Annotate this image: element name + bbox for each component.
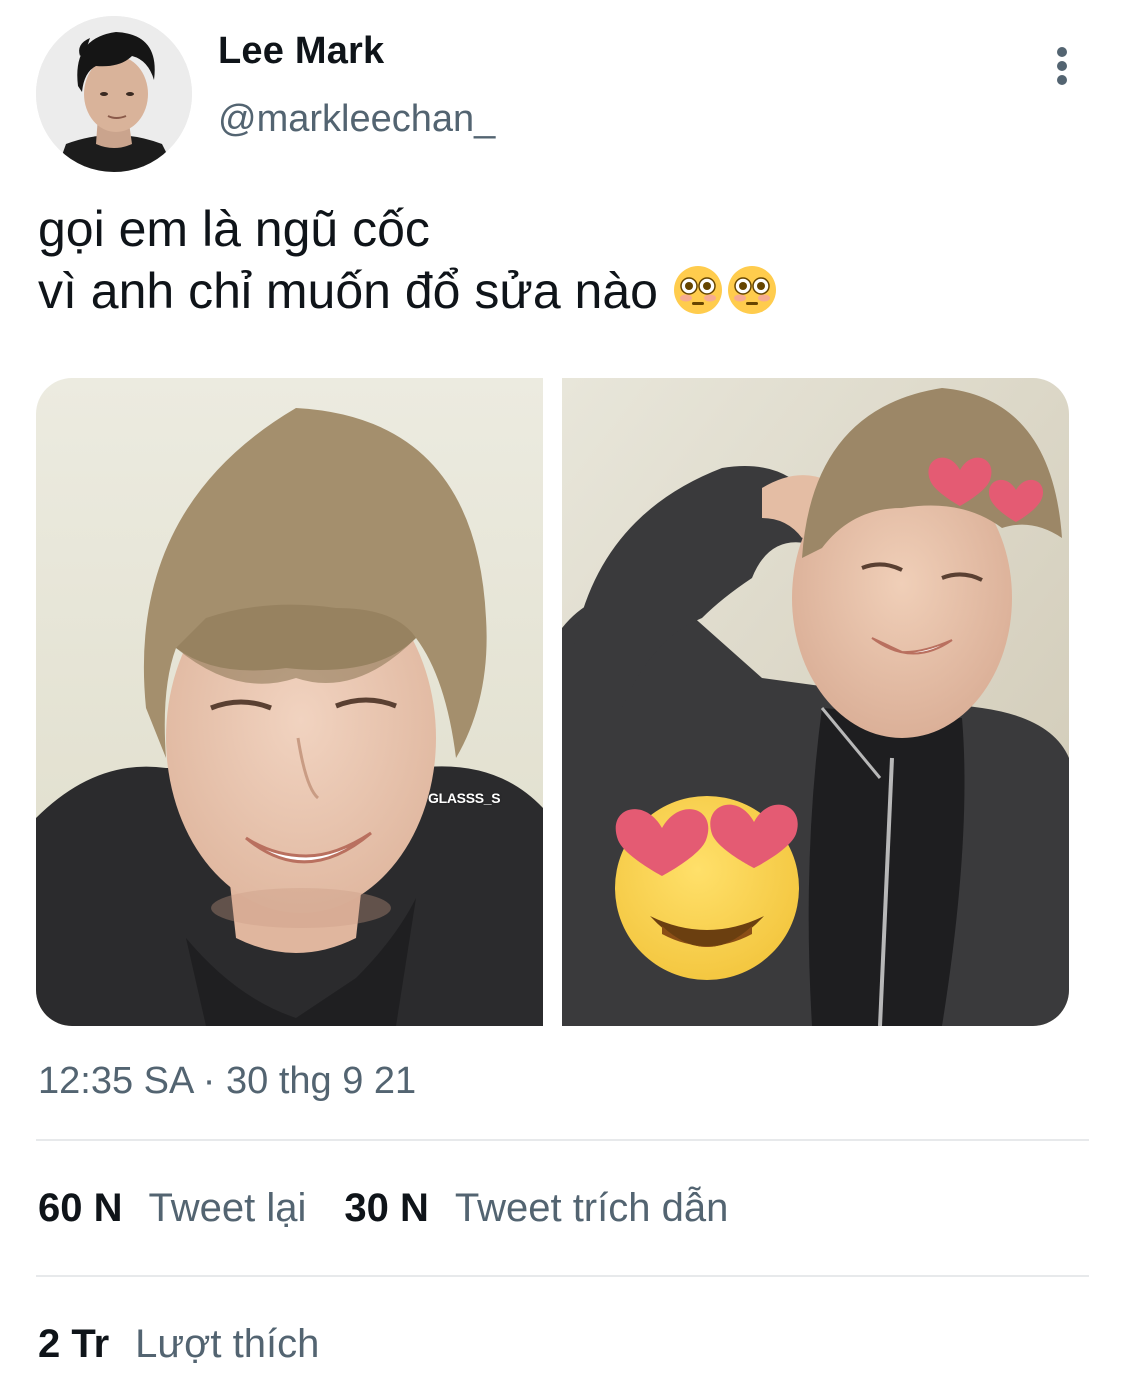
- quote-tweets-count: 30 N: [344, 1186, 429, 1230]
- divider-bottom: [36, 1275, 1089, 1277]
- more-vertical-icon: [1057, 47, 1067, 85]
- tweet-timestamp[interactable]: 12:35 SA · 30 thg 9 21: [38, 1060, 416, 1103]
- retweets-label: Tweet lại: [148, 1186, 307, 1230]
- likes-count: 2 Tr: [38, 1322, 110, 1366]
- author-avatar[interactable]: [36, 16, 192, 172]
- flushed-face-emoji: [673, 266, 722, 314]
- author-handle[interactable]: @markleechan_: [218, 98, 495, 141]
- retweets-count: 60 N: [38, 1186, 123, 1230]
- more-options-button[interactable]: [1040, 42, 1084, 90]
- tweet-photo-1[interactable]: GLASSS_S: [36, 378, 543, 1026]
- retweets-stat[interactable]: 60 N Tweet lại: [38, 1186, 306, 1231]
- stats-row-likes: 2 Tr Lượt thích: [38, 1322, 319, 1367]
- photo-watermark: GLASSS_S: [428, 790, 501, 806]
- flushed-face-emoji: [727, 266, 776, 314]
- author-display-name[interactable]: Lee Mark: [218, 30, 384, 73]
- quote-tweets-stat[interactable]: 30 N Tweet trích dẫn: [344, 1186, 728, 1231]
- tweet-text-line-2-text: vì anh chỉ muốn đổ sửa nào: [38, 263, 658, 319]
- stats-row-retweets: 60 N Tweet lại 30 N Tweet trích dẫn: [38, 1186, 728, 1231]
- tweet-text-line-1: gọi em là ngũ cốc: [38, 201, 430, 257]
- likes-stat[interactable]: 2 Tr Lượt thích: [38, 1322, 319, 1367]
- quote-tweets-label: Tweet trích dẫn: [454, 1186, 729, 1230]
- photo-smiling-person: [36, 378, 543, 1026]
- profile-photo: [36, 16, 192, 172]
- tweet-text-line-2: vì anh chỉ muốn đổ sửa nào: [38, 260, 780, 322]
- tweet-photo-2[interactable]: [562, 378, 1069, 1026]
- likes-label: Lượt thích: [135, 1322, 320, 1366]
- tweet-media-grid: GLASSS_S: [36, 378, 1069, 1026]
- photo-person-with-heart-stickers: [562, 378, 1069, 1026]
- tweet-text: gọi em là ngũ cốc vì anh chỉ muốn đổ sửa…: [38, 198, 780, 322]
- divider-top: [36, 1139, 1089, 1141]
